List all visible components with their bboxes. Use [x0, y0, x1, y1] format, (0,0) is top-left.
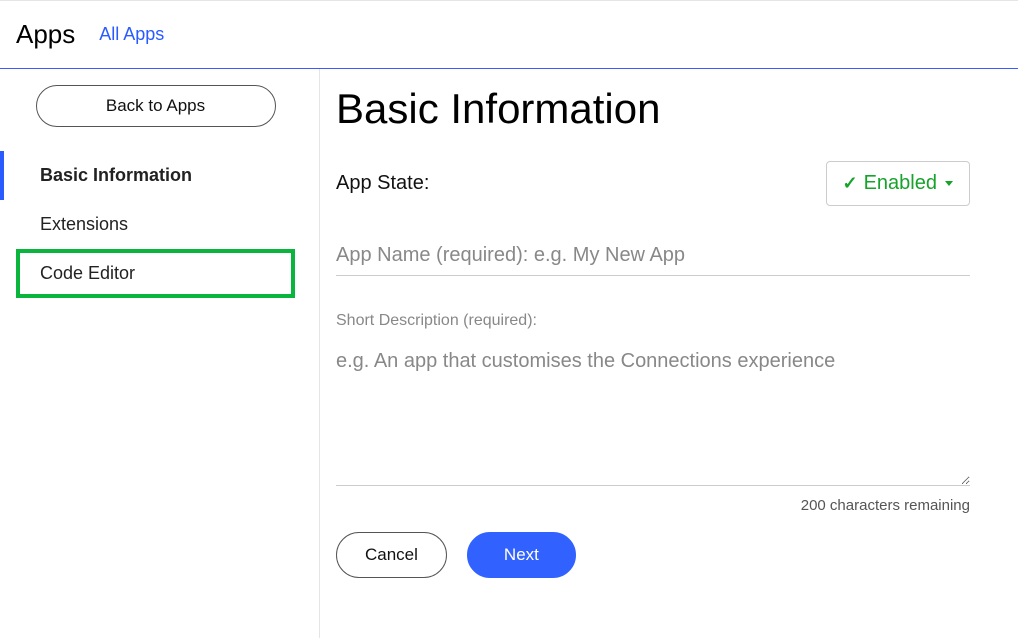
cancel-button[interactable]: Cancel — [336, 532, 447, 578]
short-description-textarea[interactable] — [336, 346, 970, 486]
sidebar-item-extensions[interactable]: Extensions — [16, 200, 295, 249]
character-counter: 200 characters remaining — [336, 497, 970, 514]
sidebar-item-label: Basic Information — [40, 165, 192, 185]
sidebar-item-label: Extensions — [40, 214, 128, 234]
next-button[interactable]: Next — [467, 532, 576, 578]
topbar-title: Apps — [16, 19, 75, 50]
caret-down-icon — [945, 181, 953, 186]
topbar: Apps All Apps — [0, 0, 1018, 69]
sidebar-item-code-editor[interactable]: Code Editor — [16, 249, 295, 298]
app-state-value: Enabled — [864, 172, 937, 195]
app-state-dropdown[interactable]: ✓ Enabled — [826, 161, 971, 206]
page-title: Basic Information — [336, 85, 970, 133]
short-description-label: Short Description (required): — [336, 312, 970, 330]
app-name-input[interactable] — [336, 236, 970, 276]
app-state-row: App State: ✓ Enabled — [336, 161, 970, 206]
content-area: Basic Information App State: ✓ Enabled S… — [320, 69, 1018, 638]
all-apps-link[interactable]: All Apps — [99, 24, 164, 45]
button-row: Cancel Next — [336, 532, 970, 578]
back-to-apps-button[interactable]: Back to Apps — [36, 85, 276, 127]
sidebar-item-basic-information[interactable]: Basic Information — [16, 151, 295, 200]
sidebar: Back to Apps Basic Information Extension… — [0, 69, 320, 638]
sidebar-item-label: Code Editor — [40, 263, 135, 283]
check-icon: ✓ — [843, 173, 858, 194]
app-state-label: App State: — [336, 172, 429, 195]
